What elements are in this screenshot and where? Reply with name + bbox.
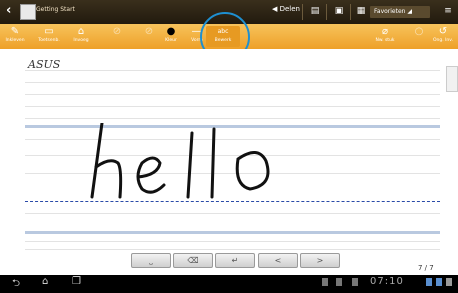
divider bbox=[302, 4, 303, 20]
ruled-line bbox=[25, 106, 440, 107]
tool-undo-button[interactable]: ⊘ bbox=[102, 27, 132, 38]
document-icon[interactable]: ▣ bbox=[333, 5, 345, 17]
tool-new-page-button[interactable]: ⌀ Nw. stuk bbox=[370, 27, 400, 44]
stroke-l1 bbox=[186, 131, 194, 199]
chevron-down-icon: ◢ bbox=[407, 8, 413, 15]
ruled-line bbox=[25, 82, 440, 83]
page-indicator: 7 / 7 bbox=[418, 264, 434, 272]
share-icon: ◀ bbox=[272, 5, 280, 13]
space-key[interactable]: ⎵ bbox=[131, 253, 171, 268]
undo-icon: ⊘ bbox=[112, 26, 122, 37]
eraser-icon: ⌀ bbox=[381, 26, 389, 37]
ruled-line bbox=[25, 118, 440, 119]
tool-insert-button[interactable]: ⌂ Invoeg bbox=[66, 27, 96, 44]
previous-key[interactable]: < bbox=[258, 253, 298, 268]
notification-icon[interactable] bbox=[336, 278, 342, 286]
recent-apps-icon[interactable]: ❐ bbox=[72, 276, 81, 287]
notification-icon[interactable] bbox=[322, 278, 328, 286]
grid-icon[interactable]: ▦ bbox=[355, 5, 367, 17]
home-nav-icon[interactable]: ⌂ bbox=[42, 276, 48, 287]
handwriting-strokes: hello bbox=[90, 123, 270, 199]
export-icon[interactable]: ▤ bbox=[309, 5, 321, 17]
writing-band-bottom bbox=[25, 231, 440, 234]
signal-icon bbox=[436, 278, 442, 286]
favorites-dropdown[interactable]: Favorieten ◢ bbox=[370, 6, 430, 18]
back-arrow-icon[interactable]: ‹ bbox=[6, 3, 11, 18]
stroke-e bbox=[136, 156, 166, 194]
tool-undo-input-button[interactable]: ↺ Ong. Inv. bbox=[428, 27, 458, 44]
app-icon bbox=[20, 4, 36, 20]
menu-icon[interactable]: ≡ bbox=[442, 5, 454, 17]
stroke-o bbox=[235, 151, 270, 191]
divider bbox=[326, 4, 327, 20]
note-header-text: ASUS bbox=[28, 58, 61, 71]
ruled-line bbox=[25, 213, 440, 214]
ruled-line bbox=[25, 94, 440, 95]
divider bbox=[350, 4, 351, 20]
stroke-h bbox=[90, 123, 123, 199]
app-title: Getting Start bbox=[36, 6, 75, 13]
stroke-l2 bbox=[210, 127, 216, 199]
enter-key[interactable]: ↵ bbox=[215, 253, 255, 268]
insert-icon: ⌂ bbox=[77, 26, 85, 37]
backspace-key[interactable]: ⌫ bbox=[173, 253, 213, 268]
battery-icon bbox=[446, 278, 452, 286]
ruled-line bbox=[25, 70, 440, 71]
back-nav-icon[interactable]: ⮌ bbox=[12, 276, 20, 293]
tool-keyboard-button[interactable]: ▭ Toetsenb. bbox=[34, 27, 64, 44]
share-button[interactable]: ◀ Delen bbox=[272, 5, 300, 13]
keyboard-icon: ▭ bbox=[44, 26, 54, 37]
ruled-line bbox=[25, 249, 440, 250]
ruled-line bbox=[25, 241, 440, 242]
usb-icon bbox=[352, 278, 358, 286]
pen-icon: ✎ bbox=[10, 26, 20, 37]
undo-arrow-icon: ↺ bbox=[438, 26, 448, 37]
scrollbar[interactable] bbox=[446, 66, 458, 92]
tool-ink-button[interactable]: ✎ Inkleven bbox=[0, 27, 30, 44]
wifi-icon bbox=[426, 278, 432, 286]
next-key[interactable]: > bbox=[300, 253, 340, 268]
clock[interactable]: 07:10 bbox=[370, 276, 404, 287]
